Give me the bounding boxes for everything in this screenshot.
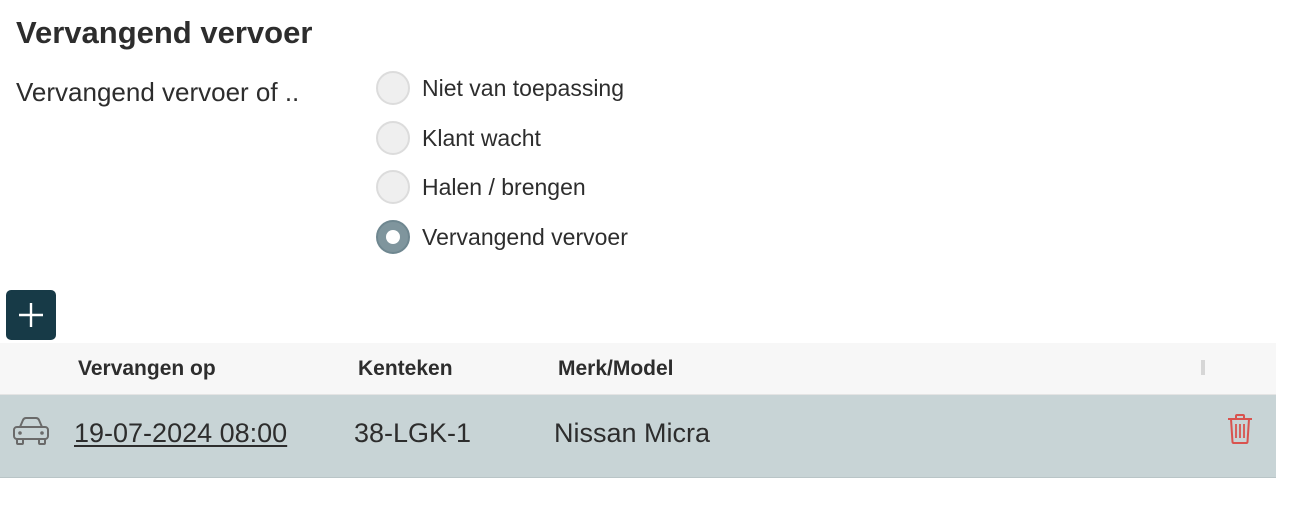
- radio-option-klant-wacht[interactable]: Klant wacht: [376, 121, 676, 157]
- vervangend-vervoer-panel: Vervangend vervoer Vervangend vervoer of…: [0, 0, 1296, 530]
- brand-model-cell: Nissan Micra: [554, 418, 711, 448]
- radio-option-vervangend-vervoer[interactable]: Vervangend vervoer: [376, 220, 676, 256]
- car-icon: [13, 417, 49, 445]
- radio-label: Halen / brengen: [422, 174, 586, 200]
- replacement-vehicles-table: Vervangen op Kenteken Merk/Model 19-07-2…: [0, 343, 1276, 478]
- radio-button-checked[interactable]: [376, 220, 410, 254]
- radio-label: Vervangend vervoer: [422, 224, 628, 250]
- radio-button[interactable]: [376, 121, 410, 155]
- table-header: Vervangen op Kenteken Merk/Model: [0, 343, 1276, 395]
- trash-icon[interactable]: [1226, 413, 1254, 445]
- radio-button[interactable]: [376, 170, 410, 204]
- column-header-kenteken[interactable]: Kenteken: [358, 357, 453, 381]
- column-header-vervangen-op[interactable]: Vervangen op: [78, 357, 216, 381]
- radio-button[interactable]: [376, 71, 410, 105]
- table-row[interactable]: 19-07-2024 08:00 38-LGK-1 Nissan Micra: [0, 395, 1276, 478]
- column-resize-handle[interactable]: [1201, 360, 1205, 375]
- field-label: Vervangend vervoer of ..: [16, 77, 300, 107]
- radio-label: Niet van toepassing: [422, 75, 625, 101]
- section-title: Vervangend vervoer: [16, 15, 313, 50]
- plus-icon: [19, 303, 43, 327]
- add-vehicle-button[interactable]: [6, 290, 56, 340]
- radio-label: Klant wacht: [422, 125, 541, 151]
- license-plate-cell: 38-LGK-1: [354, 418, 472, 448]
- radio-option-halen-brengen[interactable]: Halen / brengen: [376, 170, 676, 206]
- replacement-date-link[interactable]: 19-07-2024 08:00: [74, 417, 287, 449]
- radio-option-niet-van-toepassing[interactable]: Niet van toepassing: [376, 71, 676, 107]
- column-header-merk-model[interactable]: Merk/Model: [558, 357, 674, 381]
